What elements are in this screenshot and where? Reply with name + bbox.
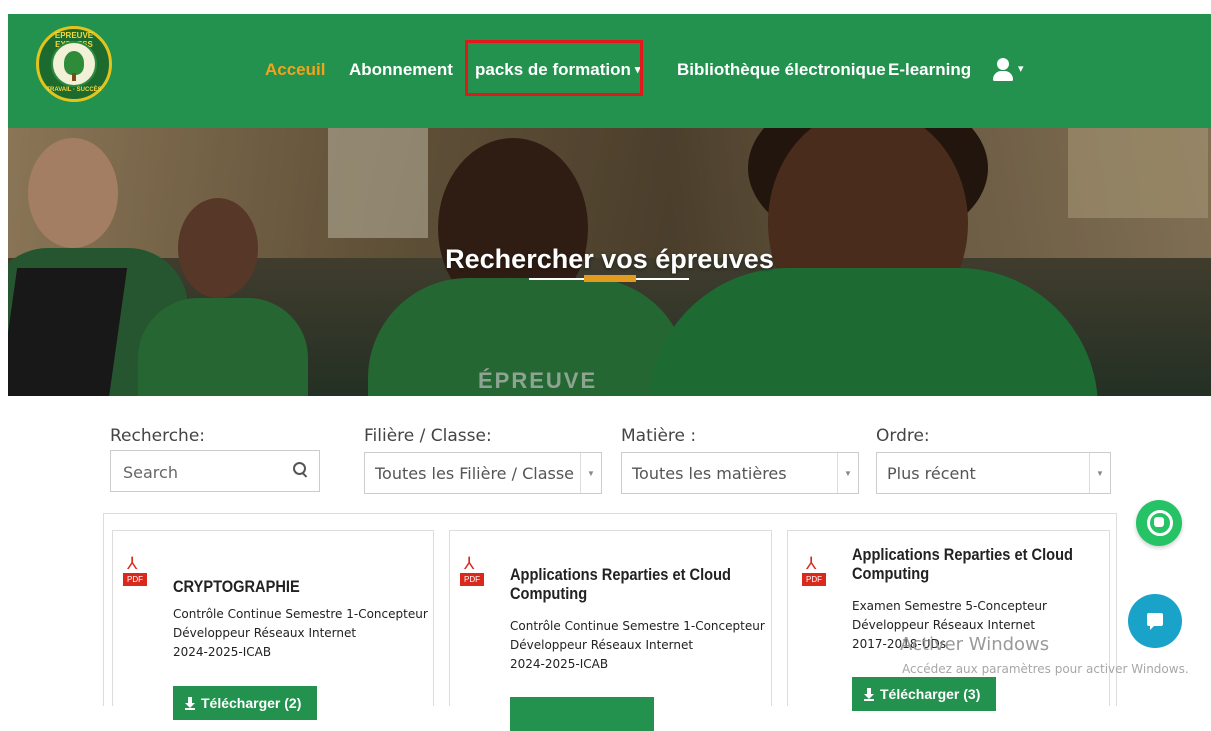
card-title[interactable]: Applications Reparties et Cloud Computin… [852, 545, 1076, 583]
order-select[interactable]: Plus récent ▼ [876, 452, 1111, 494]
pdf-icon-glyph: ⅄ [806, 554, 817, 573]
class-select-arrow: ▼ [580, 453, 601, 493]
card-desc-line: Examen Semestre 5-Concepteur [852, 599, 1047, 613]
card-desc-line: 2024-2025-ICAB [510, 657, 609, 671]
order-select-arrow: ▼ [1089, 453, 1110, 493]
pdf-icon: ⅄ PDF [123, 555, 147, 587]
download-button-label: Télécharger (3) [880, 686, 981, 702]
document-card[interactable]: ⅄ PDF Applications Reparties et Cloud Co… [787, 530, 1110, 711]
search-input[interactable] [121, 459, 285, 485]
pdf-icon-tag: PDF [802, 573, 826, 586]
search-field[interactable] [110, 450, 320, 492]
chevron-down-icon: ▼ [587, 469, 595, 478]
download-icon [185, 697, 195, 710]
nav-item-abonnement[interactable]: Abonnement [349, 60, 453, 80]
user-icon-head [997, 58, 1009, 70]
site-header: EPREUVE EXPRESS TRAVAIL · SUCCÈS Acceuil… [8, 14, 1211, 128]
whatsapp-phone-icon [1154, 517, 1164, 527]
chevron-down-icon: ▼ [844, 469, 852, 478]
pdf-icon-glyph: ⅄ [464, 554, 475, 573]
subject-select[interactable]: Toutes les matières ▼ [621, 452, 859, 494]
card-title[interactable]: CRYPTOGRAPHIE [173, 577, 431, 596]
class-select[interactable]: Toutes les Filière / Classe ▼ [364, 452, 602, 494]
class-select-value: Toutes les Filière / Classe [375, 464, 575, 483]
card-desc-line: 2024-2025-ICAB [173, 645, 272, 659]
windows-watermark-title: Activer Windows [900, 634, 1050, 655]
download-button[interactable]: Télécharger (2) [173, 686, 317, 720]
order-label: Ordre: [876, 426, 930, 446]
chat-bubble-tail [1150, 625, 1155, 630]
highlight-annotation-box [465, 40, 643, 96]
tree-icon [64, 51, 84, 75]
subject-label: Matière : [621, 426, 697, 446]
nav-item-bibliotheque[interactable]: Bibliothèque électronique [677, 60, 886, 80]
card-desc-line: Contrôle Continue Semestre 1-Concepteur [173, 607, 428, 621]
download-icon [864, 688, 874, 701]
whatsapp-button[interactable] [1136, 500, 1182, 546]
order-select-value: Plus récent [887, 464, 976, 483]
card-description: Contrôle Continue Semestre 1-Concepteur … [173, 605, 431, 662]
pdf-icon: ⅄ PDF [802, 555, 826, 587]
card-description: Contrôle Continue Semestre 1-Concepteur … [510, 617, 768, 674]
site-logo[interactable]: EPREUVE EXPRESS TRAVAIL · SUCCÈS [36, 26, 112, 102]
logo-bottom-text: TRAVAIL · SUCCÈS [46, 87, 102, 93]
search-icon-handle [301, 472, 308, 478]
card-desc-line: Contrôle Continue Semestre 1-Concepteur [510, 619, 765, 633]
download-button[interactable] [510, 697, 654, 731]
nav-item-e-learning[interactable]: E-learning [888, 60, 971, 80]
pdf-icon: ⅄ PDF [460, 555, 484, 587]
chat-button[interactable] [1128, 594, 1182, 648]
hero-title: Rechercher vos épreuves [445, 244, 774, 274]
document-card[interactable]: ⅄ PDF Applications Reparties et Cloud Co… [449, 530, 772, 731]
search-label: Recherche: [110, 426, 206, 446]
pdf-icon-tag: PDF [460, 573, 484, 586]
card-title[interactable]: Applications Reparties et Cloud Computin… [510, 565, 742, 603]
user-menu-chevron-down-icon[interactable]: ▾ [1018, 62, 1024, 75]
chevron-down-icon: ▼ [1096, 469, 1104, 478]
hero-banner: ÉPREUVE Rechercher vos épreuves [8, 128, 1211, 396]
tree-trunk [72, 73, 76, 81]
hero-underline-accent [584, 275, 636, 282]
document-card[interactable]: ⅄ PDF CRYPTOGRAPHIE Contrôle Continue Se… [112, 530, 434, 720]
user-icon[interactable] [992, 58, 1014, 82]
pdf-icon-glyph: ⅄ [127, 554, 138, 573]
search-icon[interactable] [293, 462, 308, 478]
nav-item-acceuil[interactable]: Acceuil [265, 60, 325, 80]
windows-watermark-subtitle: Accédez aux paramètres pour activer Wind… [902, 662, 1189, 676]
logo-emblem [51, 41, 97, 87]
download-button-label: Télécharger (2) [201, 695, 302, 711]
pdf-icon-tag: PDF [123, 573, 147, 586]
card-desc-line: Développeur Réseaux Internet [173, 626, 357, 640]
class-label: Filière / Classe: [364, 426, 492, 446]
card-desc-line: Développeur Réseaux Internet [852, 618, 1036, 632]
subject-select-value: Toutes les matières [632, 464, 787, 483]
user-icon-body [993, 71, 1013, 81]
card-desc-line: Développeur Réseaux Internet [510, 638, 694, 652]
subject-select-arrow: ▼ [837, 453, 858, 493]
